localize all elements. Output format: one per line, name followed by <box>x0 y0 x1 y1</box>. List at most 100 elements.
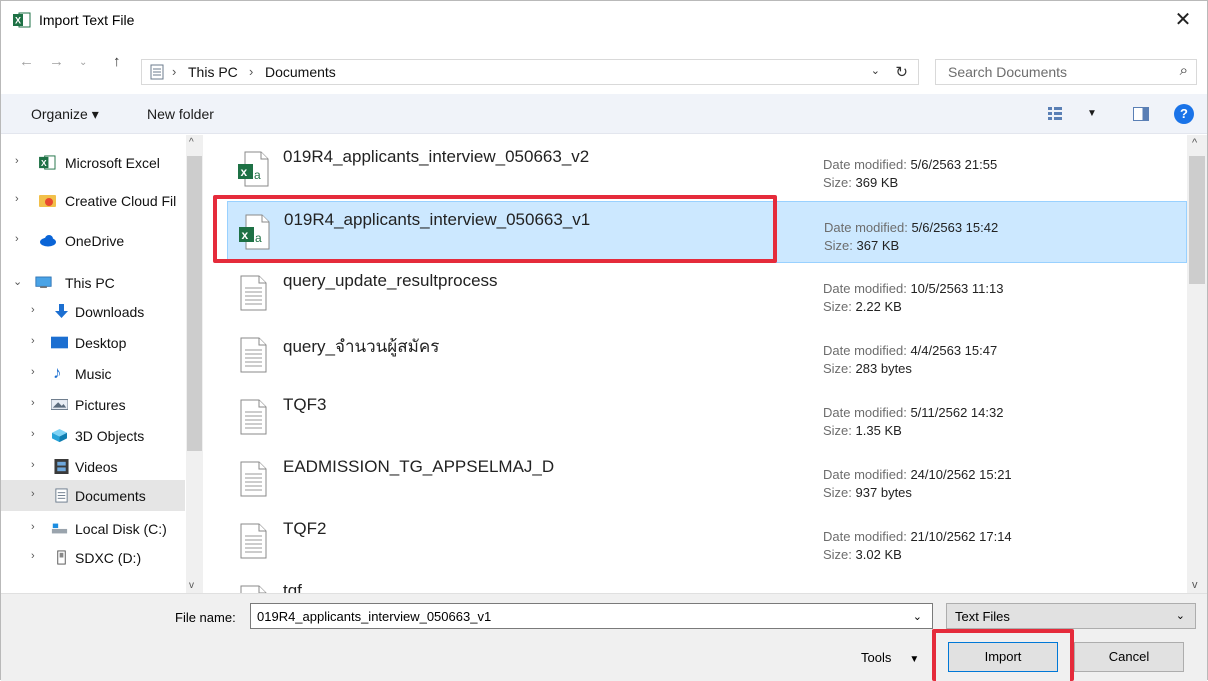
view-options-dropdown-icon[interactable]: ▼ <box>1087 108 1097 119</box>
size-label: Size: <box>823 175 852 190</box>
sidebar-item-onedrive[interactable]: › OneDrive <box>1 227 185 255</box>
expand-chevron-icon[interactable]: › <box>31 428 35 440</box>
file-row[interactable]: EADMISSION_TG_APPSELMAJ_D Date modified: … <box>227 449 1187 511</box>
navigation-pane: › X Microsoft Excel › Creative Cloud Fil… <box>1 135 204 593</box>
text-file-icon <box>240 461 267 497</box>
file-date: Date modified: 5/6/2563 15:42 <box>824 220 998 235</box>
expand-chevron-icon[interactable]: › <box>31 459 35 471</box>
expand-chevron-icon[interactable]: › <box>31 366 35 378</box>
sidebar-item-pictures[interactable]: › Pictures <box>1 391 185 419</box>
sidebar-item-videos[interactable]: › Videos <box>1 453 185 481</box>
file-name-label: File name: <box>175 610 236 625</box>
file-row[interactable]: query_update_resultprocess Date modified:… <box>227 263 1187 325</box>
file-row[interactable]: TQF3 Date modified: 5/11/2562 14:32 Size: … <box>227 387 1187 449</box>
sidebar-item-creative-cloud[interactable]: › Creative Cloud Fil <box>1 187 185 215</box>
recent-locations-chevron-icon[interactable]: ⌄ <box>79 57 87 68</box>
svg-text:a: a <box>254 168 261 182</box>
date-modified-value: 21/10/2562 17:14 <box>910 529 1012 544</box>
text-file-icon <box>240 399 267 435</box>
organize-button[interactable]: Organize ▾ <box>31 106 99 123</box>
cube-icon <box>52 428 67 443</box>
file-size: Size: 2.22 KB <box>823 299 902 314</box>
file-size: Size: 937 bytes <box>823 485 912 500</box>
file-name-dropdown-icon[interactable]: ⌄ <box>913 610 922 623</box>
sidebar-item-sdxc[interactable]: › SDXC (D:) <box>1 544 185 572</box>
help-icon[interactable]: ? <box>1174 104 1194 124</box>
sidebar-item-local-disk[interactable]: › Local Disk (C:) <box>1 515 185 543</box>
file-date: Date modified: 21/10/2562 17:14 <box>823 529 1012 544</box>
file-date: Date modified: 5/11/2562 14:32 <box>823 405 1003 420</box>
scroll-up-icon[interactable]: ^ <box>1192 137 1197 149</box>
file-row[interactable]: x a 019R4_applicants_interview_050663_v2 Da… <box>227 139 1187 201</box>
date-modified-label: Date modified: <box>823 281 907 296</box>
size-label: Size: <box>823 423 852 438</box>
file-name: query_update_resultprocess <box>283 271 498 290</box>
sidebar-item-music[interactable]: › ♪ Music <box>1 360 185 388</box>
monitor-icon <box>35 276 52 289</box>
expand-chevron-icon[interactable]: › <box>31 397 35 409</box>
date-modified-label: Date modified: <box>823 343 907 358</box>
expand-chevron-icon[interactable]: › <box>15 155 19 167</box>
sidebar-item-documents[interactable]: › Documents <box>1 480 185 511</box>
text-file-icon <box>240 585 267 593</box>
preview-pane-icon[interactable] <box>1133 107 1149 121</box>
sidebar-item-this-pc[interactable]: ⌄ This PC <box>1 269 185 297</box>
tools-button[interactable]: Tools ▼ <box>861 650 919 665</box>
back-arrow-icon[interactable]: ← <box>19 53 34 70</box>
close-button[interactable]: ✕ <box>1169 7 1197 33</box>
scroll-up-icon[interactable]: ^ <box>189 137 194 148</box>
sidebar-item-microsoft-excel[interactable]: › X Microsoft Excel <box>1 149 185 177</box>
expand-chevron-icon[interactable]: › <box>31 335 35 347</box>
text-file-icon <box>240 523 267 559</box>
sidebar-item-label: SDXC (D:) <box>75 550 142 566</box>
sidebar-item-label: Local Disk (C:) <box>75 521 167 537</box>
file-row[interactable]: tqfDate modified: 21/10/2562 16:17 <box>227 573 1187 593</box>
expand-chevron-icon[interactable]: › <box>15 233 19 245</box>
expand-chevron-icon[interactable]: › <box>15 193 19 205</box>
change-view-icon[interactable] <box>1047 106 1063 122</box>
file-row[interactable]: query_จำนวนผู้สมัคร Date modified: 4/4/25… <box>227 325 1187 387</box>
expand-chevron-icon[interactable]: › <box>31 304 35 316</box>
breadcrumb-documents[interactable]: Documents <box>265 64 336 80</box>
file-list-scrollbar-thumb[interactable] <box>1189 156 1205 284</box>
up-arrow-icon[interactable]: ↑ <box>113 53 121 70</box>
file-type-select[interactable]: Text Files ⌄ <box>946 603 1196 629</box>
svg-text:X: X <box>15 16 21 26</box>
collapse-chevron-icon[interactable]: ⌄ <box>13 275 22 288</box>
scroll-down-icon[interactable]: v <box>189 580 194 591</box>
scroll-down-icon[interactable]: v <box>1192 579 1198 591</box>
breadcrumb-this-pc[interactable]: This PC <box>188 64 238 80</box>
text-file-icon <box>240 337 267 373</box>
disk-icon <box>51 523 68 534</box>
cancel-button[interactable]: Cancel <box>1074 642 1184 672</box>
sidebar-item-desktop[interactable]: › Desktop <box>1 329 185 357</box>
date-modified-value: 5/11/2562 14:32 <box>910 405 1004 420</box>
address-bar[interactable]: › This PC › Documents ⌄ ↻ <box>141 59 919 85</box>
sidebar-item-label: 3D Objects <box>75 428 145 444</box>
address-dropdown-icon[interactable]: ⌄ <box>871 64 880 77</box>
refresh-icon[interactable]: ↻ <box>895 63 908 81</box>
file-row[interactable]: TQF2 Date modified: 21/10/2562 17:14 Size:… <box>227 511 1187 573</box>
navigation-scrollbar-thumb[interactable] <box>187 156 202 451</box>
date-modified-value: 4/4/2563 15:47 <box>910 343 998 358</box>
search-box[interactable]: Search Documents ⌕ <box>935 59 1197 85</box>
file-name-input[interactable]: 019R4_applicants_interview_050663_v1 ⌄ <box>250 603 933 629</box>
size-value: 1.35 KB <box>855 423 902 438</box>
sidebar-item-downloads[interactable]: › Downloads <box>1 298 185 326</box>
size-label: Size: <box>823 361 852 376</box>
file-type-dropdown-icon[interactable]: ⌄ <box>1176 609 1185 622</box>
sidebar-item-3d-objects[interactable]: › 3D Objects <box>1 422 185 450</box>
date-modified-value: 5/6/2563 15:42 <box>911 220 999 235</box>
sidebar-item-label: Creative Cloud Fil <box>65 193 177 209</box>
expand-chevron-icon[interactable]: › <box>31 521 35 533</box>
expand-chevron-icon[interactable]: › <box>31 488 35 500</box>
sidebar-item-label: Music <box>75 366 112 382</box>
date-modified-label: Date modified: <box>823 467 907 482</box>
size-label: Size: <box>824 238 853 253</box>
command-bar: Organize ▾ New folder ▼ ? <box>1 94 1207 134</box>
breadcrumb-separator-icon: › <box>172 64 177 79</box>
expand-chevron-icon[interactable]: › <box>31 550 35 562</box>
forward-arrow-icon[interactable]: → <box>49 53 64 70</box>
new-folder-button[interactable]: New folder <box>147 106 214 122</box>
video-icon <box>54 459 69 474</box>
